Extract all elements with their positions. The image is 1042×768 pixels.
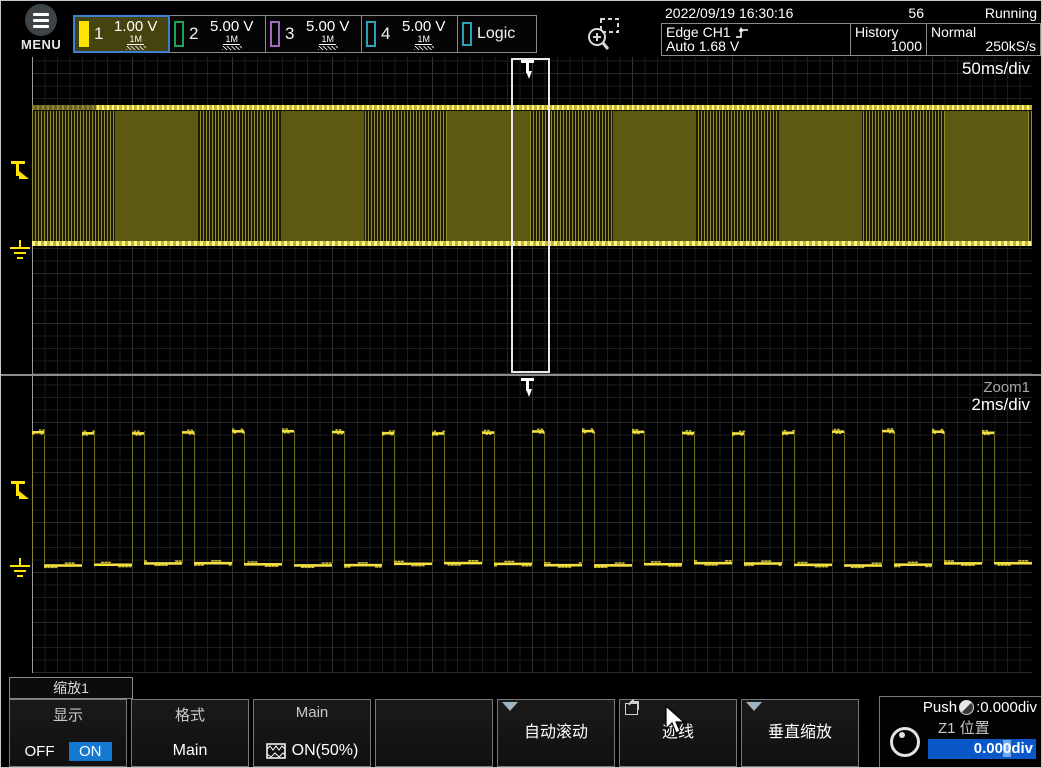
channel-3-impedance-hatch-icon <box>318 46 338 50</box>
logic-color-bar <box>462 22 472 46</box>
softkey-format-value: Main <box>132 742 248 760</box>
z1-position-knob-panel[interactable]: Push :0.000div Z1 位置 0.000div <box>879 696 1042 768</box>
softkey-display[interactable]: 显示 OFF ON <box>9 699 127 767</box>
channel-2-impedance: 1M <box>223 35 240 45</box>
datetime: 2022/09/19 16:30:16 <box>665 5 793 21</box>
channel-2-impedance-hatch-icon <box>222 46 242 50</box>
zoom-timebase: 2ms/div <box>971 395 1030 415</box>
trigger-level-marker-main[interactable] <box>7 158 33 184</box>
softkey-main-value: ON(50%) <box>292 742 359 760</box>
logic-button[interactable]: Logic <box>458 15 537 53</box>
channel-3-button[interactable]: 3 5.00 V 1M <box>266 15 362 53</box>
acquisition-mode: Normal <box>931 25 976 40</box>
channel-1-volts: 1.00 V <box>114 19 157 34</box>
run-state: Running <box>985 5 1037 21</box>
channel-1-color-bar <box>79 21 89 47</box>
acquisition-count: 56 <box>908 5 924 21</box>
main-timebase: 50ms/div <box>962 59 1030 79</box>
ch1-main-high-level-dim <box>32 105 96 110</box>
zoom-search-button[interactable] <box>584 16 622 54</box>
waveform-ratio-icon <box>266 743 286 759</box>
softkey-format-title: 格式 <box>132 704 248 725</box>
trigger-level-marker-zoom[interactable] <box>7 478 33 504</box>
softkey-format[interactable]: 格式 Main <box>131 699 249 767</box>
channel-3-volts: 5.00 V <box>306 19 349 34</box>
push-knob-icon <box>959 700 974 715</box>
history-box[interactable]: History 1000 <box>850 23 927 56</box>
channel-1-number: 1 <box>94 24 103 44</box>
dropdown-triangle-icon <box>746 702 762 711</box>
push-value: :0.000div <box>976 699 1037 716</box>
acquisition-box[interactable]: Normal 250kS/s <box>926 23 1041 56</box>
ch1-zoom-waveform <box>32 425 1032 573</box>
softkey-trace[interactable]: 迹线 <box>619 699 737 767</box>
logic-label: Logic <box>477 25 515 43</box>
dropdown-triangle-icon <box>502 702 518 711</box>
trigger-position-marker-zoom[interactable] <box>518 377 538 399</box>
softkey-display-title: 显示 <box>10 704 126 725</box>
sample-rate: 250kS/s <box>985 39 1036 54</box>
ground-marker-main <box>7 238 33 264</box>
channel-4-color-bar <box>366 21 376 47</box>
menu-button[interactable]: MENU <box>21 4 61 54</box>
hamburger-icon <box>25 4 57 36</box>
channel-bar: 1 1.00 V 1M 2 5.00 V 1M 3 5.00 V 1M <box>73 15 537 53</box>
zoom-search-icon <box>584 16 622 54</box>
display-off-option[interactable]: OFF <box>25 743 55 760</box>
channel-4-button[interactable]: 4 5.00 V 1M <box>362 15 458 53</box>
popup-window-icon <box>625 703 638 715</box>
channel-2-color-bar <box>174 21 184 47</box>
channel-4-volts: 5.00 V <box>402 19 445 34</box>
channel-1-impedance: 1M <box>127 35 144 45</box>
channel-2-button[interactable]: 2 5.00 V 1M <box>170 15 266 53</box>
ground-marker-zoom <box>7 556 33 582</box>
zoom1-region-box[interactable] <box>511 58 550 373</box>
softkey-main-ratio[interactable]: Main ON(50%) <box>253 699 371 767</box>
menu-label: MENU <box>21 37 61 52</box>
zoom1-label: Zoom1 <box>983 379 1030 396</box>
softkey-trace-label: 迹线 <box>620 718 736 742</box>
push-label: Push <box>923 699 957 716</box>
trigger-position-marker-main[interactable] <box>518 59 538 81</box>
channel-3-color-bar <box>270 21 280 47</box>
softkey-autoscroll[interactable]: 自动滚动 <box>497 699 615 767</box>
channel-3-impedance: 1M <box>319 35 336 45</box>
channel-1-impedance-hatch-icon <box>126 46 146 50</box>
softkey-vertical-zoom[interactable]: 垂直缩放 <box>741 699 859 767</box>
display-on-option[interactable]: ON <box>69 742 112 761</box>
trigger-info-box[interactable]: Edge CH1 Auto 1.68 V <box>661 23 851 56</box>
softkey-blank[interactable] <box>375 699 493 767</box>
z1-position-value[interactable]: 0.000div <box>928 739 1036 759</box>
window-divider <box>1 374 1042 376</box>
z1-position-label: Z1 位置 <box>938 717 990 738</box>
zoom1-menu-tab[interactable]: 缩放1 <box>9 677 133 699</box>
rotary-knob-icon[interactable] <box>890 727 920 757</box>
softkey-autoscroll-label: 自动滚动 <box>498 718 614 742</box>
history-count: 1000 <box>891 39 922 54</box>
channel-2-volts: 5.00 V <box>210 19 253 34</box>
softkey-vertical-zoom-label: 垂直缩放 <box>742 718 858 742</box>
oscilloscope-screen: MENU 1 1.00 V 1M 2 5.00 V 1M 3 5.00 <box>0 0 1042 768</box>
softkey-row: 显示 OFF ON 格式 Main Main ON(50%) <box>9 699 859 767</box>
channel-3-number: 3 <box>285 24 294 44</box>
trigger-level: Auto 1.68 V <box>666 39 739 54</box>
softkey-main-title: Main <box>254 704 370 721</box>
channel-4-impedance-hatch-icon <box>414 46 434 50</box>
channel-4-impedance: 1M <box>415 35 432 45</box>
channel-2-number: 2 <box>189 24 198 44</box>
channel-1-button[interactable]: 1 1.00 V 1M <box>73 15 170 53</box>
channel-4-number: 4 <box>381 24 390 44</box>
status-panel: 2022/09/19 16:30:16 56 Running Edge CH1 … <box>661 2 1041 56</box>
